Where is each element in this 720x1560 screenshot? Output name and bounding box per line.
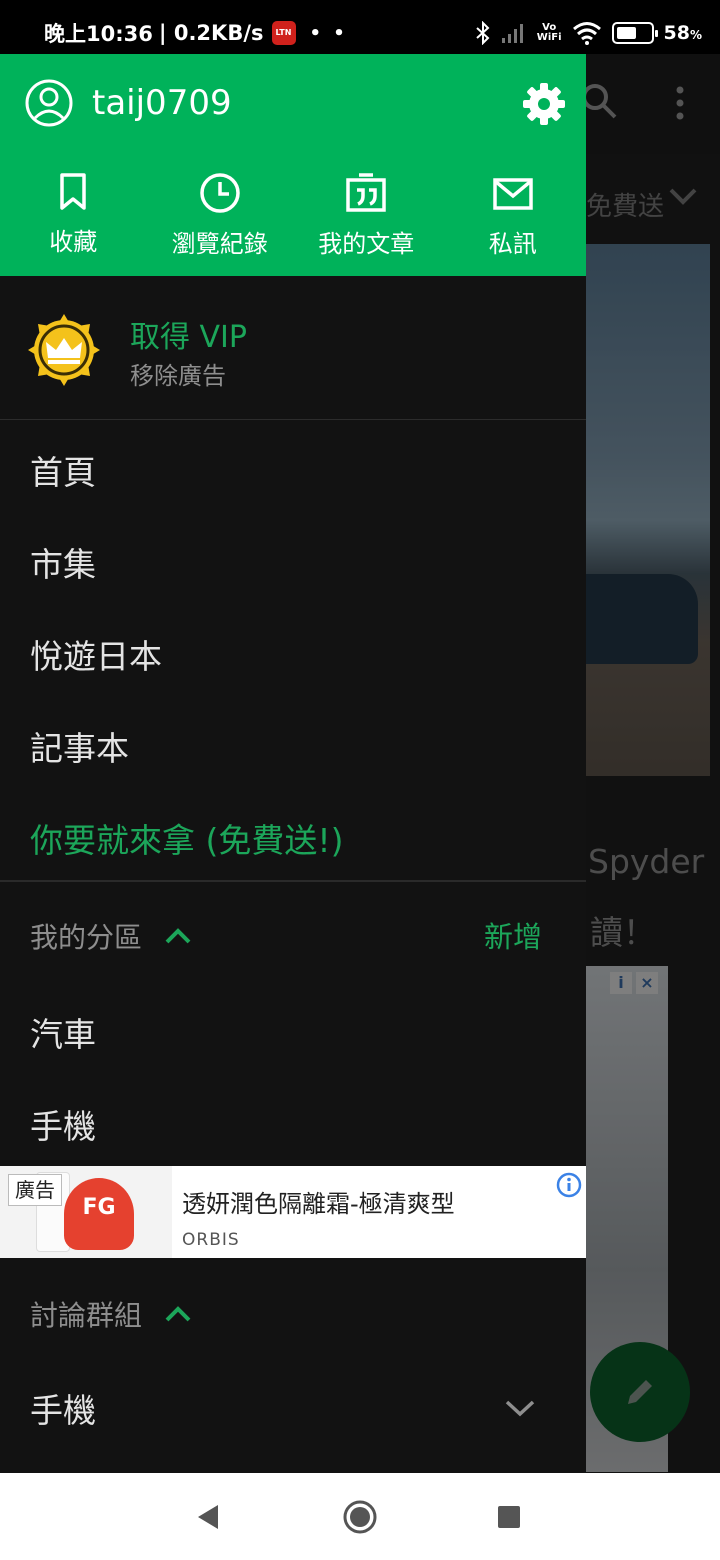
history-button[interactable]: 瀏覽紀錄 — [147, 172, 294, 259]
menu-item-japan-travel[interactable]: 悅遊日本 — [30, 630, 162, 678]
groups-header[interactable]: 討論群組 — [30, 1294, 192, 1334]
vip-title: 取得 VIP — [130, 320, 247, 355]
ad-banner[interactable]: FG 廣告 透妍潤色隔離霜-極清爽型 ORBIS — [0, 1166, 586, 1258]
favorites-label: 收藏 — [49, 228, 98, 256]
group-item-phones[interactable]: 手機 — [30, 1384, 96, 1432]
my-boards-title: 我的分區 — [30, 921, 143, 954]
chevron-up-icon — [165, 928, 191, 944]
messages-button[interactable]: 私訊 — [440, 172, 587, 259]
ad-brand: ORBIS — [182, 1230, 240, 1250]
chevron-up-icon — [165, 1306, 191, 1322]
article-quote-icon — [346, 173, 386, 212]
status-network-speed: | 0.2KB/s — [158, 21, 264, 45]
navigation-drawer: taij0709 收藏 瀏覽紀錄 我的文章 私訊 取得 VIP 移除廣告 首頁 … — [0, 54, 586, 1473]
nav-back-button[interactable] — [148, 1473, 268, 1560]
nav-recents-button[interactable] — [449, 1473, 569, 1560]
drawer-header: taij0709 收藏 瀏覽紀錄 我的文章 私訊 — [0, 54, 586, 276]
user-profile[interactable]: taij0709 — [24, 78, 232, 128]
vip-crown-badge-icon — [28, 314, 100, 386]
back-triangle-icon — [198, 1504, 218, 1529]
board-item-phones[interactable]: 手機 — [30, 1100, 96, 1148]
get-vip-item[interactable]: 取得 VIP 移除廣告 — [0, 276, 586, 420]
battery-icon — [611, 22, 658, 44]
more-notifications-icon: • • — [309, 22, 348, 44]
add-board-button[interactable]: 新增 — [484, 914, 542, 956]
nav-home-button[interactable] — [300, 1473, 420, 1560]
cell-signal-icon — [501, 24, 523, 43]
favorites-button[interactable]: 收藏 — [0, 172, 147, 259]
history-icon — [200, 173, 240, 213]
ad-info-icon[interactable] — [556, 1172, 582, 1198]
mail-icon — [493, 178, 533, 210]
bluetooth-icon — [476, 21, 490, 45]
status-time: 晚上10:36 — [44, 22, 153, 46]
battery-percent: 58% — [663, 22, 702, 44]
system-nav-bar — [0, 1473, 720, 1560]
menu-item-free-giveaway[interactable]: 你要就來拿 (免費送!) — [30, 814, 343, 862]
menu-item-home[interactable]: 首頁 — [30, 446, 96, 494]
ad-tag: 廣告 — [8, 1174, 62, 1206]
divider — [0, 880, 586, 882]
my-boards-header[interactable]: 我的分區 — [30, 916, 192, 956]
my-articles-button[interactable]: 我的文章 — [293, 172, 440, 259]
board-item-cars[interactable]: 汽車 — [30, 1008, 96, 1056]
status-bar: 晚上10:36 | 0.2KB/s LTN • • Vo WiFi 58% — [0, 0, 720, 54]
vip-subtitle: 移除廣告 — [130, 362, 226, 390]
menu-item-notebook[interactable]: 記事本 — [30, 722, 129, 770]
vowifi-icon: Vo WiFi — [536, 22, 562, 43]
messages-label: 私訊 — [488, 230, 537, 258]
username: taij0709 — [92, 83, 232, 123]
bookmark-icon — [60, 173, 86, 210]
settings-gear-icon[interactable] — [522, 82, 566, 126]
quick-actions: 收藏 瀏覽紀錄 我的文章 私訊 — [0, 172, 586, 259]
ltn-news-icon: LTN — [271, 21, 296, 45]
ad-fg-badge: FG — [64, 1178, 134, 1250]
groups-title: 討論群組 — [30, 1299, 143, 1332]
chevron-down-icon[interactable] — [504, 1398, 536, 1418]
my-articles-label: 我的文章 — [318, 230, 415, 258]
recents-square-icon — [498, 1505, 520, 1528]
account-circle-icon — [25, 79, 73, 127]
ad-headline: 透妍潤色隔離霜-極清爽型 — [182, 1190, 455, 1218]
home-circle-icon — [343, 1500, 377, 1533]
menu-item-market[interactable]: 市集 — [30, 538, 96, 586]
history-label: 瀏覽紀錄 — [171, 230, 268, 258]
wifi-icon — [572, 22, 601, 45]
